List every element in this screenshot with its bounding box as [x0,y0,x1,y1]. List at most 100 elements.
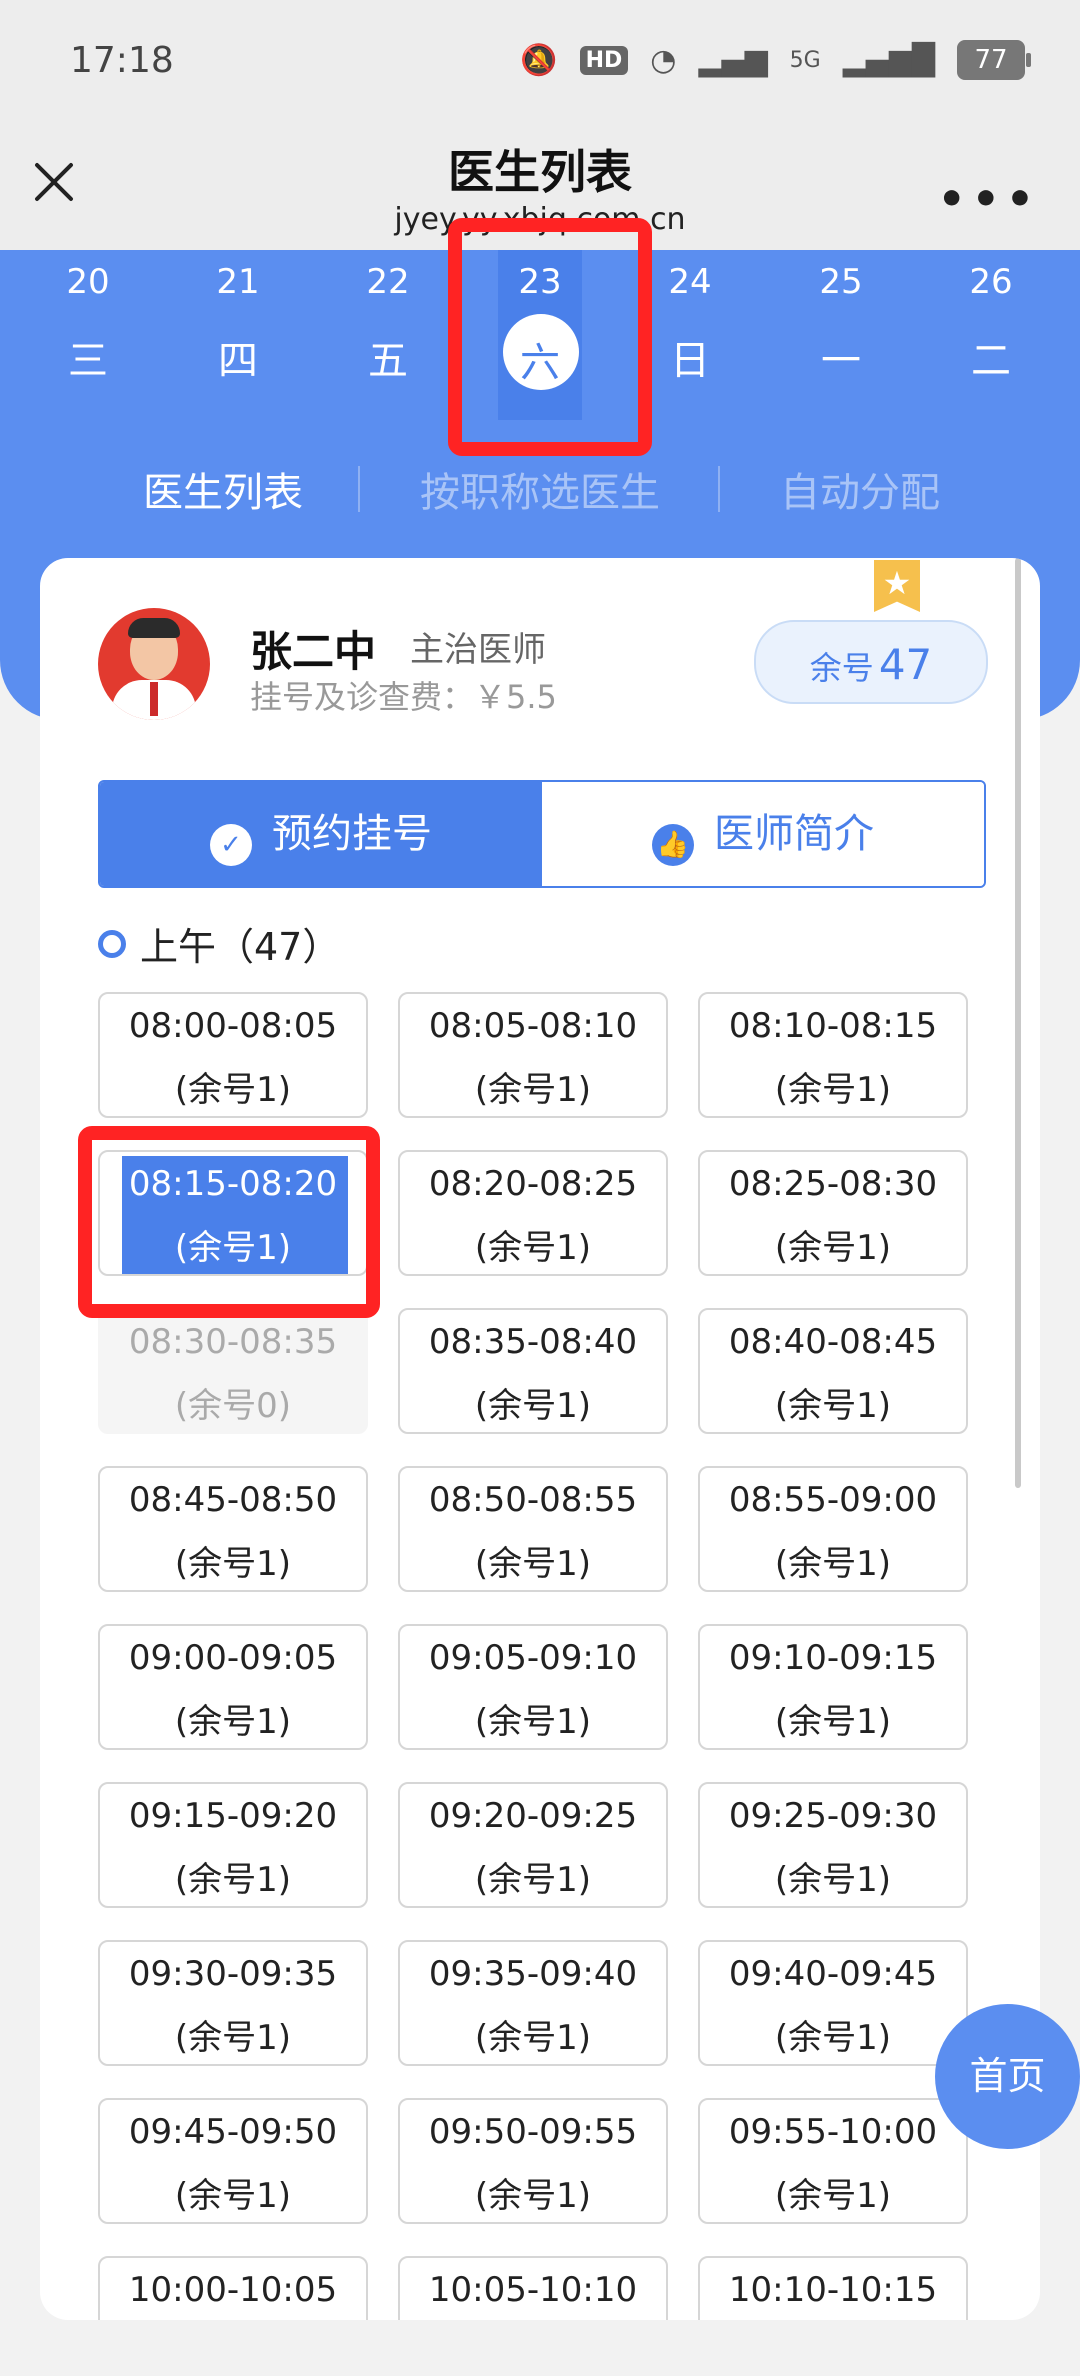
time-slot[interactable]: 10:00-10:05 [98,2256,368,2320]
doctor-name: 张二中 [250,627,377,676]
time-slot[interactable]: 09:10-09:15 (余号1) [698,1624,968,1750]
period-label: 上午（47） [140,925,341,969]
time-slot[interactable]: 08:00-08:05 (余号1) [98,992,368,1118]
more-menu-button[interactable]: ••• [938,174,1040,225]
hd-icon: HD [579,45,629,75]
time-slot[interactable]: 08:10-08:15 (余号1) [698,992,968,1118]
avatar [98,608,210,720]
time-slot[interactable]: 09:50-09:55 (余号1) [398,2098,668,2224]
date-item[interactable]: 25 一 [766,250,916,430]
time-slot[interactable]: 08:50-08:55 (余号1) [398,1466,668,1592]
slot-remaining: (余号1) [474,1860,592,1900]
time-slot[interactable]: 09:55-10:00 (余号1) [698,2098,968,2224]
slot-remaining: (余号1) [774,1228,892,1268]
slot-remaining: (余号1) [474,1702,592,1742]
time-slot[interactable]: 09:25-09:30 (余号1) [698,1782,968,1908]
slot-time: 08:45-08:50 [128,1480,338,1520]
slot-remaining: (余号1) [174,2018,292,2058]
time-slot[interactable]: 08:35-08:40 (余号1) [398,1308,668,1434]
time-slot-disabled: 08:30-08:35 (余号0) [98,1308,368,1434]
slot-remaining: (余号1) [774,2176,892,2216]
signal-icon-2: ▂▄▆█ [842,42,935,78]
time-slot[interactable]: 08:20-08:25 (余号1) [398,1150,668,1276]
time-slot[interactable]: 08:25-08:30 (余号1) [698,1150,968,1276]
period-dot-icon [98,930,126,958]
scrollbar[interactable] [1015,558,1021,1488]
slot-time: 09:15-09:20 [128,1796,338,1836]
slot-remaining: (余号1) [474,1386,592,1426]
time-slot[interactable]: 08:40-08:45 (余号1) [698,1308,968,1434]
slot-time: 08:50-08:55 [428,1480,638,1520]
time-slot[interactable]: 09:20-09:25 (余号1) [398,1782,668,1908]
slot-time: 08:20-08:25 [428,1164,638,1204]
slot-remaining: (余号1) [174,1702,292,1742]
doctor-card: ★ 张二中 主治医师 挂号及诊查费：￥5.5 余号 47 ✓ 预约挂号 👍 医师简介… [40,558,1040,2320]
slot-time: 08:10-08:15 [728,1006,938,1046]
battery-icon: 77 [957,40,1031,80]
tab-doctor-list[interactable]: 医生列表 [143,460,303,518]
date-item[interactable]: 22 五 [313,250,463,430]
highlight-box-date [448,218,652,456]
slot-time: 08:40-08:45 [728,1322,938,1362]
time-slot[interactable]: 08:45-08:50 (余号1) [98,1466,368,1592]
time-slot[interactable]: 09:45-09:50 (余号1) [98,2098,368,2224]
time-slot[interactable]: 08:55-09:00 (余号1) [698,1466,968,1592]
tab-doctor-intro[interactable]: 👍 医师简介 [542,782,984,886]
home-button[interactable]: 首页 [935,2004,1080,2149]
slot-time: 08:55-09:00 [728,1480,938,1520]
slot-remaining: (余号0) [174,1386,292,1426]
highlight-box-slot [78,1126,380,1318]
date-item[interactable]: 20 三 [13,250,163,430]
time-slot[interactable]: 08:05-08:10 (余号1) [398,992,668,1118]
slot-time: 08:30-08:35 [128,1322,338,1362]
slot-time: 09:20-09:25 [428,1796,638,1836]
slot-time: 09:50-09:55 [428,2112,638,2152]
date-item[interactable]: 26 二 [916,250,1066,430]
slot-time: 09:40-09:45 [728,1954,938,1994]
time-slot[interactable]: 10:10-10:15 [698,2256,968,2320]
time-slot[interactable]: 09:40-09:45 (余号1) [698,1940,968,2066]
slot-remaining: (余号1) [774,1070,892,1110]
remaining-badge: 余号 47 [754,620,988,704]
remaining-label: 余号 [809,649,874,687]
remaining-count: 47 [878,640,933,689]
slot-time: 08:05-08:10 [428,1006,638,1046]
slot-time: 09:35-09:40 [428,1954,638,1994]
tab-by-title[interactable]: 按职称选医生 [420,460,660,518]
slot-time: 09:05-09:10 [428,1638,638,1678]
slot-remaining: (余号1) [474,1070,592,1110]
time-slot[interactable]: 09:15-09:20 (余号1) [98,1782,368,1908]
date-item[interactable]: 21 四 [163,250,313,430]
time-slot[interactable]: 10:05-10:10 [398,2256,668,2320]
slot-time: 10:05-10:10 [428,2270,638,2310]
slot-remaining: (余号1) [474,1228,592,1268]
star-bookmark-icon[interactable]: ★ [874,560,920,612]
calendar-check-icon: ✓ [210,824,252,866]
slot-remaining: (余号1) [174,1544,292,1584]
slot-remaining: (余号1) [774,1544,892,1584]
time-slot[interactable]: 09:00-09:05 (余号1) [98,1624,368,1750]
date-day: 20 [66,262,110,302]
tab-auto-assign[interactable]: 自动分配 [780,460,940,518]
slot-time: 09:25-09:30 [728,1796,938,1836]
page-title: 医生列表 [448,145,632,199]
date-weekday: 五 [368,338,408,384]
time-slot[interactable]: 09:30-09:35 (余号1) [98,1940,368,2066]
date-weekday: 二 [971,338,1011,384]
slot-remaining: (余号1) [474,2018,592,2058]
slot-time: 09:30-09:35 [128,1954,338,1994]
doctor-title: 主治医师 [410,630,546,670]
time-slot[interactable]: 09:35-09:40 (余号1) [398,1940,668,2066]
signal-icon: ▂▄▆ [698,42,768,78]
status-icons: 🔕 HD ◔ ▂▄▆ 5G ▂▄▆█ 77 [520,40,1031,80]
tab-book-appointment[interactable]: ✓ 预约挂号 [100,782,542,886]
time-slot[interactable]: 09:05-09:10 (余号1) [398,1624,668,1750]
mute-icon: 🔕 [520,42,558,78]
slot-time: 10:00-10:05 [128,2270,338,2310]
slot-remaining: (余号1) [774,2018,892,2058]
date-weekday: 三 [68,338,108,384]
slot-time: 10:10-10:15 [728,2270,938,2310]
date-weekday: 一 [821,338,861,384]
slot-remaining: (余号1) [474,1544,592,1584]
slot-time: 09:45-09:50 [128,2112,338,2152]
